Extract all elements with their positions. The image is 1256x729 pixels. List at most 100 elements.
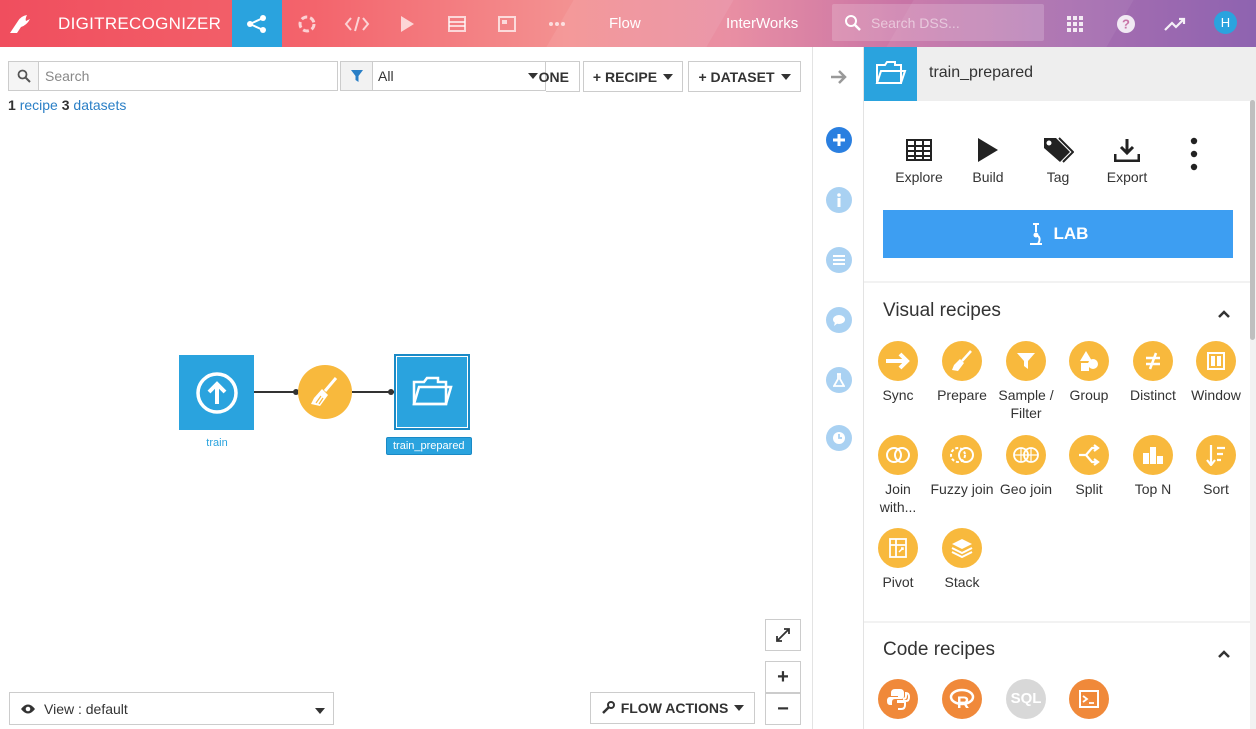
recipe-sql[interactable]: SQL xyxy=(994,679,1058,724)
flow-canvas[interactable]: All ONE + RECIPE + DATASET 1 recipe 3 da… xyxy=(0,47,812,729)
recipe-group-label: Group xyxy=(1069,387,1109,403)
datasets-link[interactable]: datasets xyxy=(73,97,126,113)
tag-label: Tag xyxy=(1046,169,1070,185)
panel-scrollbar[interactable] xyxy=(1250,100,1255,340)
explore-label: Explore xyxy=(895,169,943,185)
explore-action[interactable]: Explore xyxy=(884,133,954,185)
code-nav-icon[interactable] xyxy=(332,0,382,47)
recipe-split[interactable]: Split xyxy=(1057,435,1121,498)
apps-grid-icon[interactable] xyxy=(1050,0,1100,47)
upload-arrow-icon xyxy=(195,371,238,414)
org-name[interactable]: InterWorks xyxy=(726,0,798,47)
add-dataset-button[interactable]: + DATASET xyxy=(688,61,801,92)
recipe-sample-filter[interactable]: Sample / Filter xyxy=(994,341,1058,422)
filter-funnel-icon xyxy=(1006,341,1046,381)
chevron-up-icon[interactable] xyxy=(1218,305,1230,323)
fullscreen-button[interactable] xyxy=(765,619,801,651)
view-label: View : default xyxy=(44,700,128,717)
chevron-up-icon[interactable] xyxy=(1218,645,1230,663)
schema-list-icon[interactable] xyxy=(826,247,852,273)
tag-action[interactable]: Tag xyxy=(1023,133,1093,185)
recipe-r[interactable]: R xyxy=(930,679,994,724)
export-label: Export xyxy=(1106,169,1148,185)
recipe-stack[interactable]: Stack xyxy=(930,528,994,591)
build-action[interactable]: Build xyxy=(953,133,1023,185)
recipe-count: 1 xyxy=(8,97,16,113)
recipe-distinct[interactable]: Distinct xyxy=(1121,341,1185,404)
recipe-group[interactable]: Group xyxy=(1057,341,1121,404)
export-action[interactable]: Export xyxy=(1092,133,1162,185)
add-recipe-button[interactable]: + RECIPE xyxy=(583,61,683,92)
table-grid-icon xyxy=(884,133,954,167)
recipe-sort[interactable]: Sort xyxy=(1184,435,1248,498)
zoom-out-label: − xyxy=(777,697,789,720)
node-label-train[interactable]: train xyxy=(190,437,244,449)
prepare-recipe-node[interactable] xyxy=(298,365,352,419)
dataset-node-train-prepared[interactable] xyxy=(394,354,470,430)
more-vertical-icon[interactable] xyxy=(1190,137,1198,176)
lab-nav-icon[interactable] xyxy=(282,0,332,47)
zone-button[interactable]: ONE xyxy=(539,61,580,92)
terminal-icon xyxy=(1069,679,1109,719)
help-icon[interactable]: ? xyxy=(1101,0,1151,47)
notebook-nav-icon[interactable] xyxy=(432,0,482,47)
actions-plus-icon[interactable] xyxy=(826,127,852,153)
recipe-shell[interactable] xyxy=(1057,679,1121,724)
caret-down-icon xyxy=(780,73,791,80)
flow-title[interactable]: Flow xyxy=(609,0,641,47)
flow-actions-button[interactable]: FLOW ACTIONS xyxy=(590,692,755,724)
discussions-bubble-icon[interactable] xyxy=(826,307,852,333)
r-logo-icon: R xyxy=(942,679,982,719)
recipe-top-n-label: Top N xyxy=(1134,481,1172,497)
recipe-top-n[interactable]: Top N xyxy=(1121,435,1185,498)
project-name: DIGITRECOGNIZER xyxy=(58,13,222,33)
flow-actions-label: FLOW ACTIONS xyxy=(620,700,729,716)
view-select[interactable]: View : default xyxy=(9,692,334,725)
dashboard-nav-icon[interactable] xyxy=(482,0,532,47)
recipe-geo-join[interactable]: Geo join xyxy=(994,435,1058,498)
sql-icon: SQL xyxy=(1006,679,1046,719)
right-side-rail xyxy=(812,47,864,729)
recipe-fuzzy-join-label: Fuzzy join xyxy=(930,481,994,497)
lab-flask-icon[interactable] xyxy=(826,367,852,393)
lab-button[interactable]: LAB xyxy=(883,210,1233,258)
not-equal-icon xyxy=(1133,341,1173,381)
recipe-join-with[interactable]: Join with... xyxy=(866,435,930,516)
microscope-icon xyxy=(1029,223,1042,245)
more-menu-icon[interactable] xyxy=(532,0,582,47)
global-search-input[interactable] xyxy=(871,14,1031,31)
activity-trend-icon[interactable] xyxy=(1150,0,1200,47)
info-icon[interactable] xyxy=(826,187,852,213)
recipe-prepare[interactable]: Prepare xyxy=(930,341,994,404)
dataset-node-train[interactable] xyxy=(179,355,254,430)
recipe-split-label: Split xyxy=(1075,481,1103,497)
right-panel: train_prepared Explore Build Tag Export xyxy=(864,47,1256,729)
recipe-python[interactable] xyxy=(866,679,930,724)
window-columns-icon xyxy=(1196,341,1236,381)
recipe-window[interactable]: Window xyxy=(1184,341,1248,404)
recipe-pivot-label: Pivot xyxy=(882,574,914,590)
build-label: Build xyxy=(972,169,1004,185)
flow-filter-select[interactable]: All xyxy=(340,61,546,91)
recipe-join-with-label: Join with... xyxy=(879,481,917,515)
global-search[interactable] xyxy=(832,4,1044,41)
node-label-train-prepared[interactable]: train_prepared xyxy=(386,437,472,455)
recipe-sync[interactable]: Sync xyxy=(866,341,930,404)
split-arrows-icon xyxy=(1069,435,1109,475)
recipe-fuzzy-join[interactable]: Fuzzy join xyxy=(930,435,994,498)
user-avatar[interactable]: H xyxy=(1214,11,1237,34)
search-icon xyxy=(9,62,39,90)
recipes-link[interactable]: recipe xyxy=(20,97,58,113)
timeline-clock-icon[interactable] xyxy=(826,425,852,451)
flow-nav-icon[interactable] xyxy=(232,0,282,47)
recipe-pivot[interactable]: Pivot xyxy=(866,528,930,591)
recipe-geo-join-label: Geo join xyxy=(999,481,1053,497)
jobs-play-icon[interactable] xyxy=(382,0,432,47)
zoom-in-button[interactable]: + xyxy=(765,661,801,693)
geo-globe-icon xyxy=(1006,435,1046,475)
zoom-out-button[interactable]: − xyxy=(765,693,801,725)
flow-search-input[interactable] xyxy=(39,68,319,84)
collapse-arrow-icon[interactable] xyxy=(826,64,852,90)
project-brand[interactable]: DIGITRECOGNIZER xyxy=(0,0,232,47)
flow-search[interactable] xyxy=(8,61,338,91)
